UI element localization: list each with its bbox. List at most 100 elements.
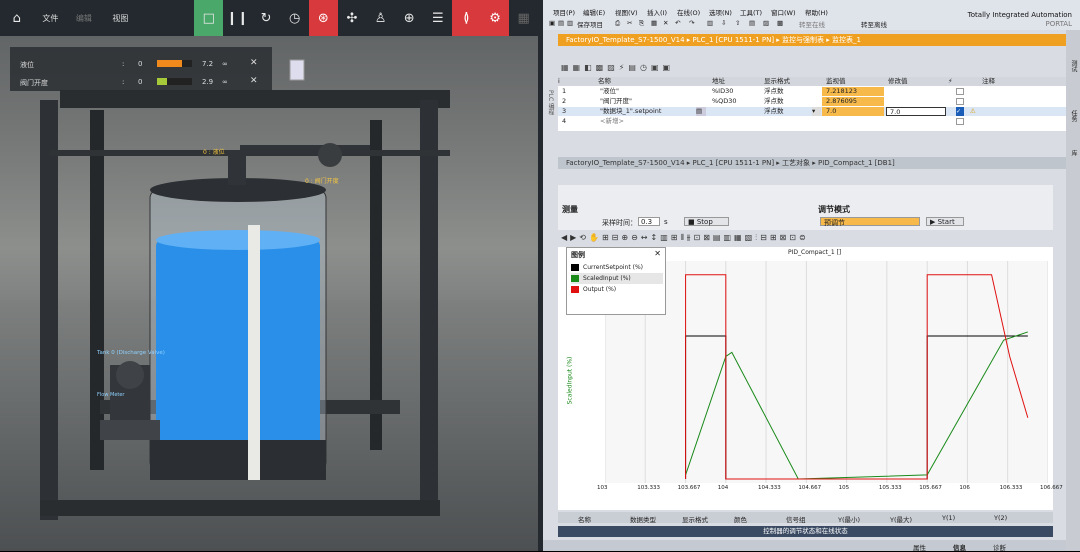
- legend-items: CurrentSetpoint (%) ScaledInput (%) Output…: [571, 262, 663, 295]
- row-addr[interactable]: %QD30: [712, 97, 760, 106]
- cut-icon[interactable]: ✂: [627, 19, 632, 27]
- plc-side-label: PLC 编程: [547, 90, 554, 116]
- menu-edit[interactable]: 编辑: [67, 0, 101, 36]
- table-row[interactable]: 1 "液位" %ID30 浮点数 7.218123: [558, 87, 1068, 96]
- menu-project[interactable]: 项目(P): [553, 7, 575, 17]
- legend-label: Output (%): [583, 286, 617, 293]
- stop-button[interactable]: ■ Stop: [684, 217, 729, 226]
- sensor-icon[interactable]: ⊛: [308, 0, 338, 36]
- timer-icon[interactable]: ◷: [280, 0, 309, 36]
- glasses-icon[interactable]: ∞: [222, 60, 228, 68]
- glasses-icon[interactable]: ∞: [222, 78, 228, 86]
- tag-level: 0 : 液位: [203, 149, 225, 156]
- gears-icon[interactable]: ⚙: [480, 0, 510, 36]
- tab-library[interactable]: 库: [1068, 150, 1078, 156]
- signal-icon[interactable]: ≬: [452, 0, 481, 36]
- start-button[interactable]: ▶ Start: [926, 217, 964, 226]
- table-row[interactable]: 3 "数据块_1".setpoint ▤ 浮点数 ▾ 7.0 7.0 ✓ ⚠: [558, 107, 1068, 116]
- row-check[interactable]: [956, 88, 964, 95]
- paste-icon[interactable]: ▦: [651, 19, 657, 27]
- upload-icon[interactable]: ⇧: [735, 19, 740, 27]
- row-name[interactable]: "阀门开度": [600, 97, 708, 106]
- crosshair-icon[interactable]: ⊕: [395, 0, 424, 36]
- table-row[interactable]: 4 <新增>: [558, 117, 1068, 126]
- db-icon[interactable]: ▤: [696, 107, 706, 116]
- delete-icon[interactable]: ✕: [663, 19, 668, 27]
- legend-panel[interactable]: 图例 ✕ CurrentSetpoint (%) ScaledInput (%) O…: [566, 247, 666, 315]
- pause-icon[interactable]: ❙❙: [223, 0, 252, 36]
- row-fmt[interactable]: 浮点数: [764, 87, 822, 96]
- signal-col-header: 颜色: [734, 516, 747, 524]
- save-project-button[interactable]: 保存项目: [577, 19, 603, 29]
- y-axis-label: ScaledInput (%): [566, 356, 574, 405]
- legend-item[interactable]: ScaledInput (%): [571, 273, 663, 284]
- row-modify-input[interactable]: 7.0: [886, 107, 946, 116]
- col-header: i: [558, 77, 578, 86]
- stop-icon[interactable]: □: [194, 0, 224, 36]
- row-name[interactable]: <新增>: [600, 117, 708, 126]
- legend-item[interactable]: CurrentSetpoint (%): [571, 262, 663, 273]
- list-icon[interactable]: ☰: [423, 0, 452, 36]
- plot-area[interactable]: [605, 261, 1048, 483]
- signal-col-header: 信号组: [786, 516, 806, 524]
- close-icon[interactable]: ✕: [250, 76, 258, 86]
- menu-options[interactable]: 选项(N): [709, 7, 732, 17]
- print-icon[interactable]: ⎙: [615, 19, 620, 28]
- col-header: 显示格式: [760, 77, 822, 86]
- row-name[interactable]: "数据块_1".setpoint: [600, 107, 696, 116]
- menu-insert[interactable]: 插入(I): [647, 7, 667, 17]
- row-name[interactable]: "液位": [600, 87, 708, 96]
- fan-icon[interactable]: ✣: [338, 0, 367, 36]
- watch-panel: 液位 : 0 7.2 ∞ ✕ 阀门开度 : 0 2.9 ∞ ✕: [10, 47, 272, 91]
- device-icon[interactable]: ▨: [763, 19, 769, 27]
- open-icon[interactable]: ▤: [558, 19, 564, 27]
- row-check[interactable]: ✓: [956, 107, 964, 116]
- row-fmt[interactable]: 浮点数: [764, 107, 814, 116]
- redo-icon[interactable]: ↷: [689, 19, 694, 27]
- menu-view[interactable]: 视图(V): [615, 7, 638, 17]
- reset-icon[interactable]: ↻: [252, 0, 281, 36]
- sample-label: 采样时间：: [602, 219, 637, 227]
- menu-window[interactable]: 窗口(W): [771, 7, 796, 17]
- row-check[interactable]: [956, 98, 964, 105]
- watch-label: 阀门开度: [20, 79, 48, 87]
- download-icon[interactable]: ⇩: [721, 19, 726, 27]
- legend-item[interactable]: Output (%): [571, 284, 663, 295]
- tab-testing[interactable]: 测试: [1068, 60, 1078, 72]
- grid-icon[interactable]: ▦: [509, 0, 538, 36]
- menu-tools[interactable]: 工具(T): [740, 7, 762, 17]
- sample-time-input[interactable]: 0.3: [638, 217, 660, 226]
- row-check[interactable]: [956, 118, 964, 125]
- tia-menubar: 项目(P) 编辑(E) 视图(V) 插入(I) 在线(O) 选项(N) 工具(T…: [543, 0, 1080, 30]
- tab-tasks[interactable]: 任务: [1068, 110, 1078, 122]
- copy-icon[interactable]: ⎘: [639, 19, 644, 28]
- x-tick-label: 104: [717, 485, 729, 491]
- watch-row-valve: 阀门开度 : 0 2.9 ∞ ✕: [10, 73, 272, 91]
- row-mon: 7.218123: [822, 87, 884, 96]
- row-fmt[interactable]: 浮点数: [764, 97, 822, 106]
- table-row[interactable]: 2 "阀门开度" %QD30 浮点数 2.876095: [558, 97, 1068, 106]
- row-addr[interactable]: %ID30: [712, 87, 760, 96]
- mode-select[interactable]: 预调节: [820, 217, 920, 227]
- undo-icon[interactable]: ↶: [675, 19, 680, 27]
- menu-edit[interactable]: 编辑(E): [583, 7, 605, 17]
- home-icon[interactable]: ⌂: [0, 0, 34, 36]
- go-online-button[interactable]: 转至在线: [799, 19, 825, 29]
- menu-file[interactable]: 文件: [34, 0, 68, 36]
- signal-col-header: 名称: [578, 516, 591, 524]
- sim-icon[interactable]: ▤: [749, 19, 755, 27]
- compile-icon[interactable]: ▥: [707, 19, 713, 27]
- new-project-icon[interactable]: ▣: [549, 19, 555, 27]
- menu-online[interactable]: 在线(O): [677, 7, 700, 17]
- save-icon[interactable]: ▥: [567, 19, 573, 27]
- person-icon[interactable]: ♙: [366, 0, 395, 36]
- network-icon[interactable]: ▩: [777, 19, 783, 27]
- close-icon[interactable]: ✕: [250, 58, 258, 68]
- x-tick-label: 106.667: [1040, 485, 1063, 491]
- menu-help[interactable]: 帮助(H): [805, 7, 828, 17]
- chevron-down-icon[interactable]: ▾: [812, 107, 821, 116]
- close-icon[interactable]: ✕: [654, 249, 661, 258]
- brand-title: Totally Integrated Automation: [967, 11, 1072, 19]
- menu-view[interactable]: 视图: [101, 0, 140, 36]
- go-offline-button[interactable]: 转至离线: [861, 19, 887, 29]
